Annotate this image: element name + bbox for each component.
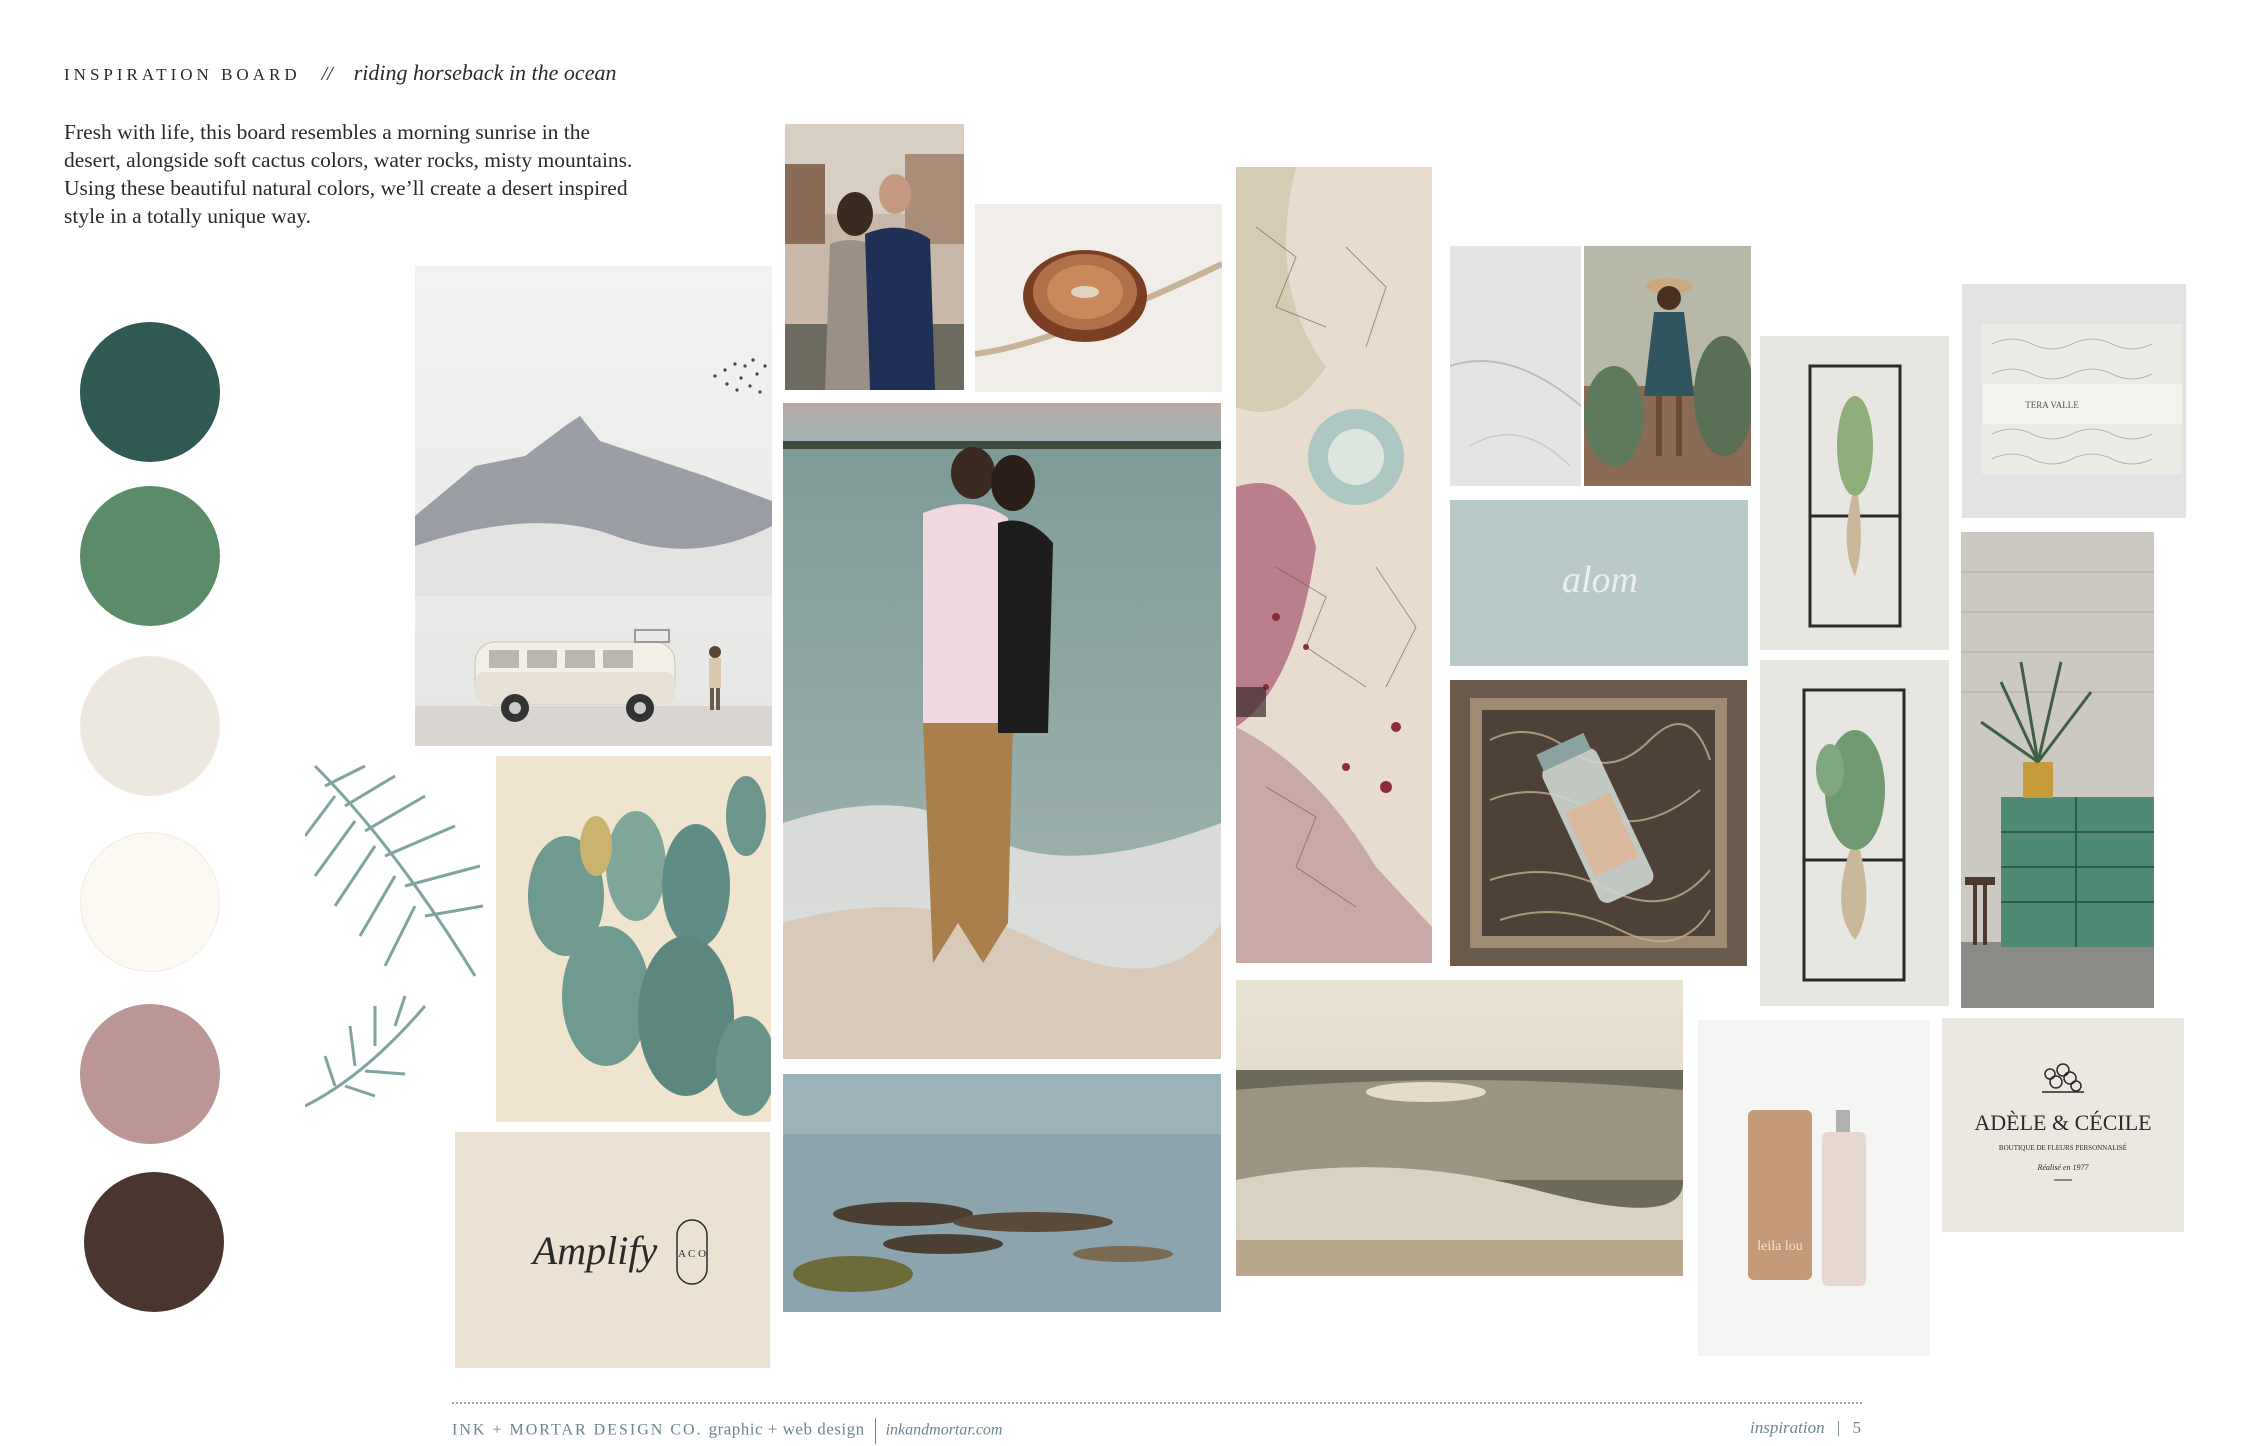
adele-cecile-logo-card: ADÈLE & CÉCILE BOUTIQUE DE FLEURS PERSON… (1942, 1018, 2184, 1232)
footer-website-link[interactable]: inkandmortar.com (886, 1422, 1003, 1439)
cracked-texture-photo (1236, 167, 1432, 963)
amplify-monogram-text: A C O (678, 1248, 706, 1260)
leila-lou-label: leila lou (1757, 1239, 1803, 1254)
adele-cecile-title: ADÈLE & CÉCILE (1974, 1110, 2151, 1135)
footer-separator (874, 1418, 876, 1444)
interior-cabinet-photo (1961, 532, 2154, 1008)
leila-lou-product-photo: leila lou (1698, 1020, 1930, 1356)
amplify-logo-card: Amplify A C O (455, 1132, 770, 1368)
wood-button-photo (975, 204, 1222, 392)
jar-gift-box-photo (1450, 680, 1747, 966)
alom-logo-card: alom (1450, 500, 1748, 666)
board-header: INSPIRATION BOARD // riding horseback in… (64, 60, 616, 86)
board-title: INSPIRATION BOARD (64, 65, 301, 84)
title-separator: // (321, 63, 333, 85)
footer-divider (452, 1402, 1862, 1404)
footer-page-info: inspiration | 5 (1750, 1418, 1861, 1438)
intro-paragraph: Fresh with life, this board resembles a … (64, 120, 633, 228)
palette-swatch-5 (80, 1004, 220, 1144)
tera-valle-label: TERA VALLE (2025, 400, 2079, 410)
cactus-terrarium-photo-2 (1760, 660, 1949, 1006)
sunset-sea-photo (1236, 980, 1683, 1276)
shoreline-rocks-photo (783, 1074, 1221, 1312)
palette-swatch-3 (80, 656, 220, 796)
palm-leaves-illustration (305, 756, 485, 1126)
adele-cecile-subtitle: BOUTIQUE DE FLEURS PERSONNALISÉ (1999, 1144, 2127, 1152)
footer-page-number: 5 (1852, 1418, 1862, 1437)
mountain-van-photo (415, 266, 772, 746)
footer-page-separator: | (1836, 1418, 1841, 1437)
palette-swatch-2 (80, 486, 220, 626)
footer-credits: INK + MORTAR DESIGN CO. graphic + web de… (452, 1418, 1002, 1444)
marble-texture-photo (1450, 246, 1581, 486)
adele-cecile-date: Réalisé en 1977 (2036, 1163, 2089, 1172)
cactus-photo (496, 756, 771, 1122)
footer-company: INK + MORTAR DESIGN CO. (452, 1421, 703, 1439)
amplify-script-text: Amplify (530, 1228, 658, 1273)
footer-tagline: graphic + web design (708, 1419, 865, 1439)
board-subtitle: riding horseback in the ocean (353, 60, 617, 85)
alom-script-text: alom (1562, 559, 1638, 601)
palette-swatch-1 (80, 322, 220, 462)
couple-portrait-photo (785, 124, 964, 390)
footer-section: inspiration (1750, 1418, 1825, 1437)
couple-ocean-photo (783, 403, 1221, 1059)
cactus-terrarium-photo-1 (1760, 336, 1949, 650)
greenhouse-woman-photo (1584, 246, 1751, 486)
tera-valle-paper-photo: TERA VALLE (1962, 284, 2186, 518)
palette-swatch-6 (84, 1172, 224, 1312)
palette-swatch-4 (80, 832, 220, 972)
